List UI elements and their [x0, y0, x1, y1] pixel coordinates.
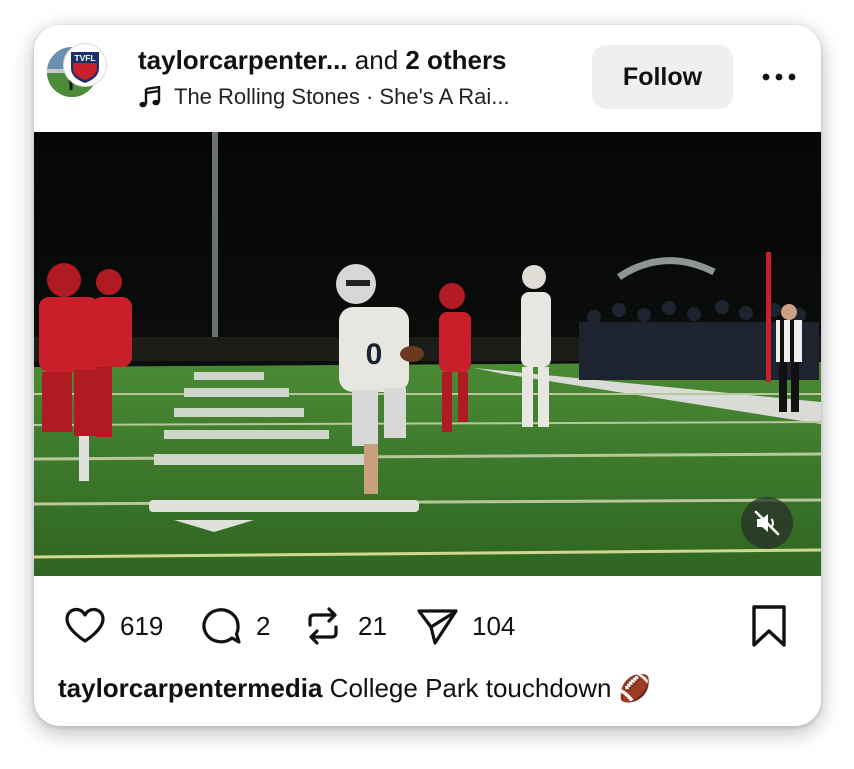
save-action[interactable]	[746, 603, 792, 649]
more-horizontal-icon	[762, 73, 796, 81]
author-line[interactable]: taylorcarpenter... and 2 others	[138, 45, 507, 76]
send-icon[interactable]	[414, 603, 460, 649]
svg-text:0: 0	[366, 338, 383, 371]
action-bar: 619 2 21 104	[34, 576, 821, 676]
team-logo-badge: TVFL	[64, 44, 106, 86]
like-count: 619	[120, 610, 164, 641]
badge-text: TVFL	[74, 53, 95, 63]
music-attribution[interactable]: The Rolling Stones · She's A Rai...	[138, 84, 510, 110]
comment-count: 2	[256, 610, 271, 641]
heart-icon[interactable]	[62, 603, 108, 649]
repost-icon[interactable]	[300, 603, 346, 649]
music-note-icon	[139, 85, 161, 108]
author-username[interactable]: taylorcarpenter...	[138, 45, 348, 75]
mute-toggle-button[interactable]	[741, 497, 793, 549]
speaker-muted-icon	[754, 510, 780, 536]
follow-button[interactable]: Follow	[592, 45, 733, 109]
post-video[interactable]: 0	[34, 132, 821, 576]
caption-username[interactable]: taylorcarpentermedia	[58, 673, 322, 703]
post-caption: taylorcarpentermedia College Park touchd…	[58, 673, 651, 704]
comment-action[interactable]: 2	[198, 603, 270, 649]
author-others[interactable]: 2 others	[405, 45, 506, 75]
shield-logo-icon: TVFL	[71, 52, 99, 83]
comment-bubble-icon[interactable]	[198, 603, 244, 649]
caption-text: College Park touchdown 🏈	[322, 673, 652, 703]
post-header: TVFL taylorcarpenter... and 2 others The…	[34, 25, 821, 132]
post-card: TVFL taylorcarpenter... and 2 others The…	[34, 25, 821, 726]
repost-action[interactable]: 21	[300, 603, 387, 649]
bookmark-icon[interactable]	[746, 603, 792, 649]
repost-count: 21	[358, 610, 387, 641]
more-options-button[interactable]	[756, 55, 802, 99]
music-text: The Rolling Stones · She's A Rai...	[174, 84, 510, 109]
football-video-frame: 0	[34, 132, 821, 576]
author-connector: and	[347, 45, 406, 75]
like-action[interactable]: 619	[62, 603, 163, 649]
share-action[interactable]: 104	[414, 603, 515, 649]
share-count: 104	[472, 610, 516, 641]
